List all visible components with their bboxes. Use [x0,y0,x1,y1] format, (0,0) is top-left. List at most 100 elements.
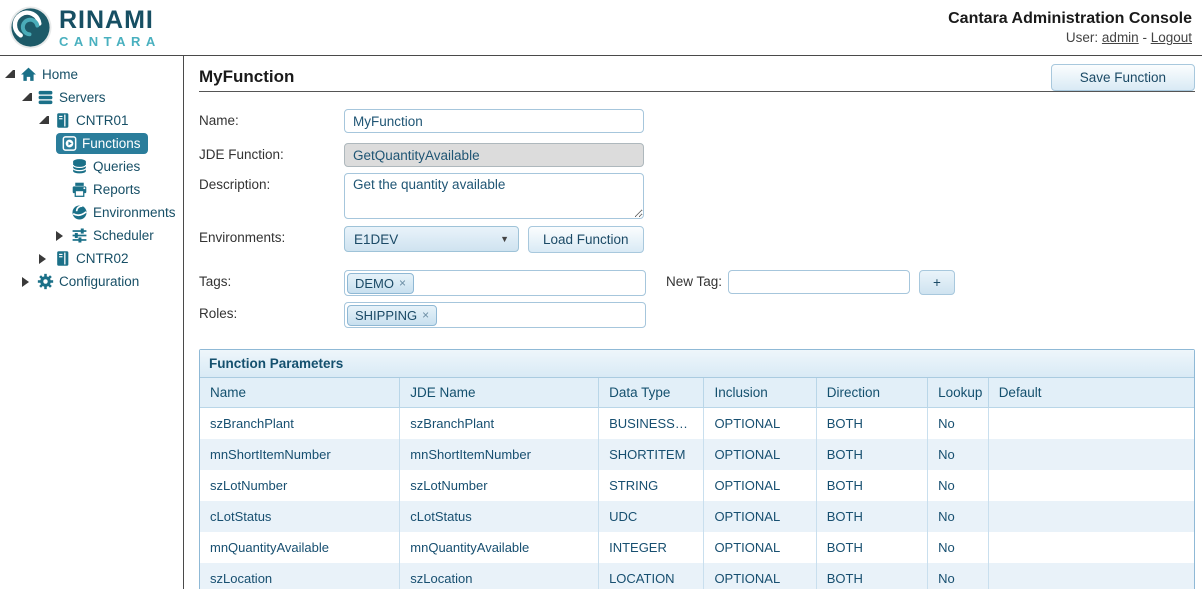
table-cell: STRING [599,470,704,501]
table-cell: No [928,439,989,470]
column-header[interactable]: Lookup [928,378,989,408]
params-header-row: NameJDE NameData TypeInclusionDirectionL… [200,378,1194,408]
function-parameters-table: NameJDE NameData TypeInclusionDirectionL… [200,378,1194,589]
column-header[interactable]: Inclusion [704,378,816,408]
sidebar-item-label: Home [42,67,78,82]
column-header[interactable]: JDE Name [400,378,599,408]
table-row[interactable]: szLotNumberszLotNumberSTRINGOPTIONALBOTH… [200,470,1194,501]
jde-function-label: JDE Function: [199,143,344,162]
sidebar-item-scheduler[interactable]: Scheduler [0,224,183,247]
description-textarea[interactable]: Get the quantity available [344,173,644,219]
table-cell: BOTH [816,563,927,589]
table-cell: szLotNumber [200,470,400,501]
table-cell [988,439,1194,470]
page-title: MyFunction [199,67,294,87]
sidebar-item-servers[interactable]: Servers [0,86,183,109]
gear-icon [37,273,54,290]
logo-primary-text: RINAMI [59,8,161,33]
table-cell: No [928,470,989,501]
sidebar-item-label: Configuration [59,274,139,289]
chevron-down-icon: ▼ [500,234,509,244]
column-header[interactable]: Data Type [599,378,704,408]
table-cell: BOTH [816,501,927,532]
rinami-cantara-logo: RINAMI CANTARA [8,5,161,50]
sidebar-item-environments[interactable]: Environments [0,201,183,224]
table-cell: BUSINESSU... [599,408,704,440]
name-label: Name: [199,109,344,128]
roles-label: Roles: [199,302,344,321]
new-tag-input[interactable] [728,270,910,294]
table-row[interactable]: mnQuantityAvailablemnQuantityAvailableIN… [200,532,1194,563]
logo-secondary-text: CANTARA [59,35,161,48]
table-row[interactable]: szLocationszLocationLOCATIONOPTIONALBOTH… [200,563,1194,589]
user-name-link[interactable]: admin [1102,30,1139,45]
function-form: Name: JDE Function: Description: Get the… [199,109,1195,328]
expander-icon[interactable] [39,254,49,264]
table-cell: No [928,532,989,563]
table-cell: OPTIONAL [704,563,816,589]
database-icon [71,158,88,175]
tag-chip-label: DEMO [355,276,394,291]
params-panel-title: Function Parameters [200,350,1194,378]
tags-input[interactable]: DEMO × [344,270,646,296]
expander-icon[interactable] [22,277,32,287]
server-icon [54,250,71,267]
logout-link[interactable]: Logout [1151,30,1192,45]
column-header[interactable]: Name [200,378,400,408]
table-cell: szLotNumber [400,470,599,501]
table-cell: szLocation [400,563,599,589]
table-row[interactable]: cLotStatuscLotStatusUDCOPTIONALBOTHNo [200,501,1194,532]
save-function-button[interactable]: Save Function [1051,64,1195,91]
remove-role-icon[interactable]: × [422,308,429,322]
expander-icon[interactable] [5,70,15,78]
table-cell: No [928,501,989,532]
role-chip: SHIPPING × [347,305,437,326]
load-function-button[interactable]: Load Function [528,226,644,253]
sidebar-item-label: Reports [93,182,140,197]
roles-input[interactable]: SHIPPING × [344,302,646,328]
expander-icon[interactable] [22,93,32,101]
sidebar-item-label: CNTR01 [76,113,129,128]
add-tag-button[interactable]: + [919,270,955,295]
environments-select[interactable]: E1DEV ▼ [344,226,519,252]
sidebar-item-configuration[interactable]: Configuration [0,270,183,293]
sidebar-item-cntr02[interactable]: CNTR02 [0,247,183,270]
column-header[interactable]: Default [988,378,1194,408]
expander-icon[interactable] [56,231,66,241]
table-cell: mnShortItemNumber [200,439,400,470]
scheduler-icon [71,227,88,244]
table-cell [988,408,1194,440]
sidebar-item-label: Functions [82,136,141,151]
app-header: RINAMI CANTARA Cantara Administration Co… [0,0,1202,56]
sidebar-item-home[interactable]: Home [0,63,183,86]
environments-label: Environments: [199,226,344,245]
table-cell: INTEGER [599,532,704,563]
column-header[interactable]: Direction [816,378,927,408]
sidebar-item-label: Environments [93,205,176,220]
table-cell: SHORTITEM [599,439,704,470]
environments-selected-value: E1DEV [354,232,398,247]
sidebar-item-label: Servers [59,90,106,105]
table-cell: BOTH [816,532,927,563]
table-cell: cLotStatus [400,501,599,532]
table-row[interactable]: mnShortItemNumbermnShortItemNumberSHORTI… [200,439,1194,470]
table-row[interactable]: szBranchPlantszBranchPlantBUSINESSU...OP… [200,408,1194,440]
table-cell: mnShortItemNumber [400,439,599,470]
table-cell [988,470,1194,501]
server-icon [54,112,71,129]
servers-icon [37,89,54,106]
tags-label: Tags: [199,270,344,289]
params-table-body: szBranchPlantszBranchPlantBUSINESSU...OP… [200,408,1194,589]
sidebar-item-cntr01[interactable]: CNTR01 [0,109,183,132]
function-file-icon [61,135,78,152]
sidebar-item-reports[interactable]: Reports [0,178,183,201]
name-input[interactable] [344,109,644,133]
sidebar-item-queries[interactable]: Queries [0,155,183,178]
table-cell: OPTIONAL [704,408,816,440]
sidebar-item-label: CNTR02 [76,251,129,266]
remove-tag-icon[interactable]: × [399,276,406,290]
expander-icon[interactable] [39,116,49,124]
sidebar-item-functions[interactable]: Functions [0,132,183,155]
table-cell: cLotStatus [200,501,400,532]
table-cell [988,532,1194,563]
